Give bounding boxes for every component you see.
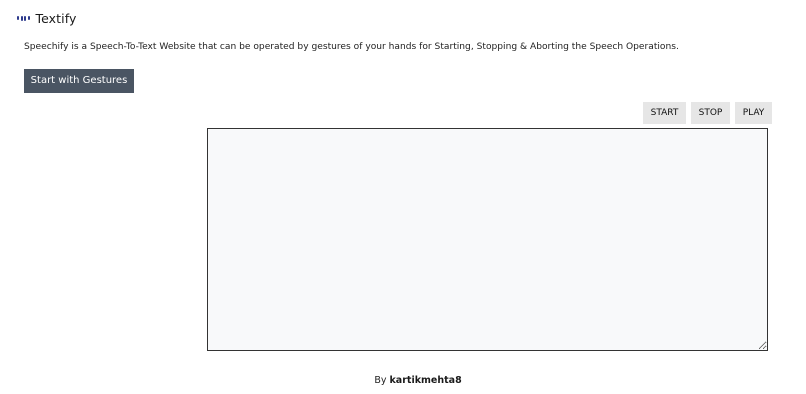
footer-author: kartikmehta8 [389, 375, 462, 386]
page: Textify Speechify is a Speech-To-Text We… [0, 0, 806, 394]
brand: Textify [17, 9, 77, 27]
start-with-gestures-button[interactable]: Start with Gestures [24, 69, 134, 93]
speech-controls: START STOP PLAY [643, 102, 772, 124]
footer: By kartikmehta8 [0, 375, 806, 386]
site-description: Speechify is a Speech-To-Text Website th… [24, 42, 679, 52]
brand-name: Textify [35, 10, 77, 26]
play-button[interactable]: PLAY [735, 102, 772, 124]
stop-button[interactable]: STOP [691, 102, 730, 124]
footer-prefix: By [374, 375, 387, 386]
transcript-textarea[interactable] [207, 128, 768, 351]
equalizer-bars-icon [17, 13, 30, 23]
start-button[interactable]: START [643, 102, 686, 124]
